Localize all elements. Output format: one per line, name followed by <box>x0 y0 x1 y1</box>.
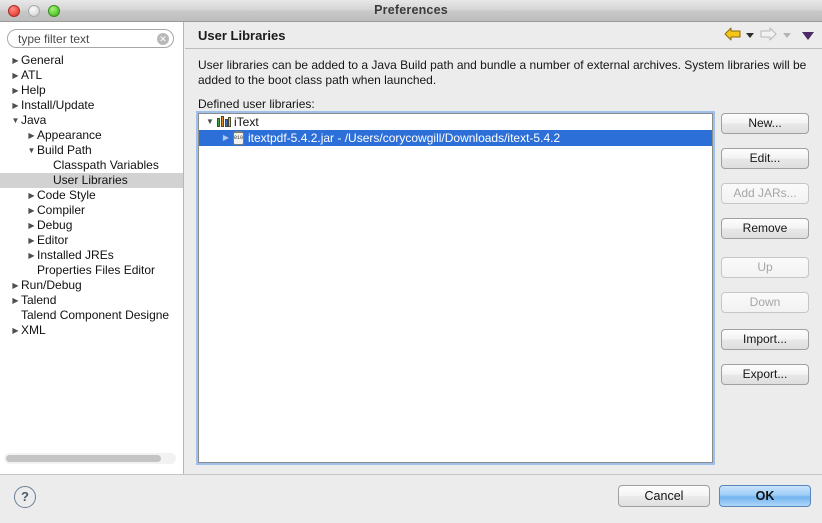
library-row-label: itextpdf-5.4.2.jar - /Users/corycowgill/… <box>248 131 561 145</box>
sidebar-item-label: Installed JREs <box>37 248 114 262</box>
twisty-collapsed-icon[interactable]: ▶ <box>26 248 37 263</box>
library-row[interactable]: ▼ iText <box>199 114 712 130</box>
window-title: Preferences <box>374 3 448 17</box>
twisty-collapsed-icon[interactable]: ▶ <box>10 53 21 68</box>
library-books-icon <box>217 116 231 128</box>
sidebar-item-properties-files-editor[interactable]: Properties Files Editor <box>0 263 183 278</box>
sidebar-item-label: Editor <box>37 233 69 247</box>
add-jars-button: Add JARs... <box>721 183 809 204</box>
twisty-collapsed-icon[interactable]: ▶ <box>219 130 233 146</box>
new-button[interactable]: New... <box>721 113 809 134</box>
page-title: User Libraries <box>198 28 286 43</box>
back-arrow-icon[interactable] <box>724 27 741 44</box>
chevron-down-icon[interactable] <box>745 33 754 38</box>
back-navigation-group[interactable] <box>724 27 754 44</box>
page-header: User Libraries <box>185 22 822 49</box>
twisty-collapsed-icon[interactable]: ▶ <box>10 98 21 113</box>
page-description: User libraries can be added to a Java Bu… <box>198 58 807 87</box>
sidebar-item-install-update[interactable]: ▶ Install/Update <box>0 98 183 113</box>
remove-button[interactable]: Remove <box>721 218 809 239</box>
sidebar-item-label: ATL <box>21 68 43 82</box>
down-button: Down <box>721 292 809 313</box>
sidebar-item-label: Run/Debug <box>21 278 82 292</box>
preferences-tree[interactable]: ▶ General ▶ ATL ▶ Help ▶ Install/Update ▼ Java ▶ Ap… <box>0 53 183 453</box>
sidebar-item-build-path[interactable]: ▼ Build Path <box>0 143 183 158</box>
twisty-expanded-icon[interactable]: ▼ <box>203 114 217 130</box>
sidebar-item-java[interactable]: ▼ Java <box>0 113 183 128</box>
sidebar-item-label: Install/Update <box>21 98 95 112</box>
sidebar-item-user-libraries[interactable]: User Libraries <box>0 173 183 188</box>
help-icon[interactable]: ? <box>14 486 36 508</box>
sidebar-item-label: User Libraries <box>53 173 128 187</box>
twisty-collapsed-icon[interactable]: ▶ <box>10 293 21 308</box>
jar-archive-icon <box>233 131 244 145</box>
defined-libraries-label: Defined user libraries: <box>198 97 315 111</box>
sidebar-item-xml[interactable]: ▶ XML <box>0 323 183 338</box>
library-row-label: iText <box>234 115 259 129</box>
library-action-buttons: New... Edit... Add JARs... Remove Up Down Impo… <box>721 113 809 399</box>
ok-button[interactable]: OK <box>719 485 811 507</box>
sidebar-item-help[interactable]: ▶ Help <box>0 83 183 98</box>
clear-circle-icon[interactable]: ✕ <box>157 33 169 45</box>
sidebar-item-atl[interactable]: ▶ ATL <box>0 68 183 83</box>
cancel-button[interactable]: Cancel <box>618 485 710 507</box>
sidebar-item-compiler[interactable]: ▶ Compiler <box>0 203 183 218</box>
import-button[interactable]: Import... <box>721 329 809 350</box>
chevron-down-icon <box>782 33 791 38</box>
sidebar-item-code-style[interactable]: ▶ Code Style <box>0 188 183 203</box>
sidebar-item-appearance[interactable]: ▶ Appearance <box>0 128 183 143</box>
twisty-collapsed-icon[interactable]: ▶ <box>10 68 21 83</box>
user-libraries-tree[interactable]: ▼ iText▶ itextpdf-5.4.2.jar - /Users/coryc… <box>196 111 715 465</box>
dialog-footer: ? Cancel OK <box>0 474 822 523</box>
forward-navigation-group <box>760 27 791 44</box>
up-button: Up <box>721 257 809 278</box>
sidebar-item-label: Build Path <box>37 143 92 157</box>
preferences-sidebar: ✕ ▶General▶ATL▶Help▶Install/Update▼Java▶… <box>0 22 184 474</box>
export-button[interactable]: Export... <box>721 364 809 385</box>
preferences-main-pane: User Libraries User libraries can be add… <box>185 22 822 474</box>
sidebar-item-label: Appearance <box>37 128 102 142</box>
search-input[interactable] <box>7 29 174 48</box>
sidebar-item-label: Properties Files Editor <box>37 263 156 277</box>
sidebar-item-classpath-variables[interactable]: Classpath Variables <box>0 158 183 173</box>
library-jar-row[interactable]: ▶ itextpdf-5.4.2.jar - /Users/corycowgill… <box>199 130 712 146</box>
twisty-collapsed-icon[interactable]: ▶ <box>26 233 37 248</box>
sidebar-item-editor[interactable]: ▶ Editor <box>0 233 183 248</box>
window-titlebar: Preferences <box>0 0 822 22</box>
twisty-expanded-icon[interactable]: ▼ <box>10 113 21 128</box>
sidebar-item-debug[interactable]: ▶ Debug <box>0 218 183 233</box>
sidebar-item-label: Compiler <box>37 203 86 217</box>
sidebar-item-general[interactable]: ▶ General <box>0 53 183 68</box>
edit-button[interactable]: Edit... <box>721 148 809 169</box>
twisty-collapsed-icon[interactable]: ▶ <box>26 203 37 218</box>
sidebar-item-label: Talend <box>21 293 57 307</box>
twisty-collapsed-icon[interactable]: ▶ <box>26 188 37 203</box>
sidebar-item-run-debug[interactable]: ▶ Run/Debug <box>0 278 183 293</box>
twisty-collapsed-icon[interactable]: ▶ <box>10 278 21 293</box>
sidebar-item-installed-jres[interactable]: ▶ Installed JREs <box>0 248 183 263</box>
sidebar-item-label: Java <box>21 113 47 127</box>
twisty-collapsed-icon[interactable]: ▶ <box>26 218 37 233</box>
twisty-collapsed-icon[interactable]: ▶ <box>10 83 21 98</box>
twisty-expanded-icon[interactable]: ▼ <box>26 143 37 158</box>
filter-field-wrapper: ✕ <box>7 29 174 48</box>
forward-arrow-icon <box>760 27 777 44</box>
horizontal-scrollbar-thumb[interactable] <box>6 455 161 462</box>
preferences-dialog: Preferences ✕ ▶General▶ATL▶Help▶Install/… <box>0 0 822 523</box>
sidebar-item-talend[interactable]: ▶ Talend <box>0 293 183 308</box>
sidebar-item-label: XML <box>21 323 46 337</box>
sidebar-item-label: General <box>21 53 64 67</box>
sidebar-item-talend-component-designe[interactable]: Talend Component Designe <box>0 308 183 323</box>
sidebar-item-label: Talend Component Designe <box>21 308 170 322</box>
twisty-collapsed-icon[interactable]: ▶ <box>26 128 37 143</box>
sidebar-item-label: Debug <box>37 218 73 232</box>
view-menu-chevron-icon[interactable] <box>802 31 814 40</box>
header-navigation <box>721 27 814 45</box>
sidebar-item-label: Code Style <box>37 188 96 202</box>
sidebar-item-label: Help <box>21 83 46 97</box>
sidebar-item-label: Classpath Variables <box>53 158 159 172</box>
twisty-collapsed-icon[interactable]: ▶ <box>10 323 21 338</box>
